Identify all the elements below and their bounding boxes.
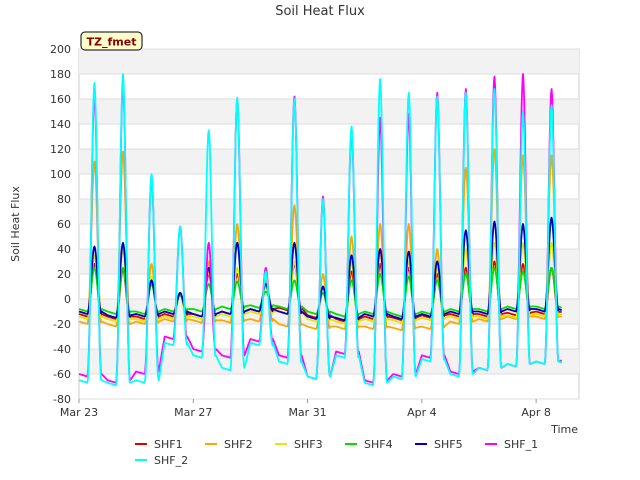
x-axis-ticks: Mar 23 Mar 27 Mar 31 Apr 4 Apr 8 [60, 399, 551, 419]
y-tick-label: 0 [64, 293, 71, 306]
annotation-box: TZ_fmet [80, 31, 143, 51]
y-tick-label: 20 [57, 268, 71, 281]
legend-label: SHF_1 [504, 438, 538, 451]
y-tick-label: 140 [50, 118, 71, 131]
legend-item: SHF_1 [485, 438, 538, 451]
y-tick-label: 60 [57, 218, 71, 231]
legend: SHF1 SHF2 SHF3 SHF4 SHF5 SHF_1 SHF_2 [135, 438, 538, 467]
grid-band [79, 99, 579, 124]
legend-item: SHF5 [415, 438, 463, 451]
legend-label: SHF3 [294, 438, 323, 451]
x-tick-label: Mar 23 [60, 406, 98, 419]
chart-title: Soil Heat Flux [275, 4, 365, 19]
x-axis-label: Time [550, 423, 578, 436]
legend-item: SHF3 [275, 438, 323, 451]
y-tick-label: -20 [53, 318, 71, 331]
annotation-label: TZ_fmet [87, 36, 137, 49]
legend-label: SHF1 [154, 438, 183, 451]
y-tick-label: 180 [50, 68, 71, 81]
x-tick-label: Mar 27 [174, 406, 212, 419]
chart: -80-60-40-20020406080100120140160180200 … [9, 4, 580, 467]
y-axis-label: Soil Heat Flux [9, 186, 22, 262]
y-tick-label: -60 [53, 368, 71, 381]
y-tick-label: 160 [50, 93, 71, 106]
y-tick-label: -40 [53, 343, 71, 356]
legend-item: SHF2 [205, 438, 253, 451]
legend-label: SHF4 [364, 438, 393, 451]
y-tick-label: -80 [53, 393, 71, 406]
y-tick-label: 120 [50, 143, 71, 156]
x-tick-label: Apr 4 [407, 406, 437, 419]
x-tick-label: Apr 8 [521, 406, 551, 419]
grid-band [79, 149, 579, 174]
grid-band [79, 49, 579, 74]
y-tick-label: 100 [50, 168, 71, 181]
x-tick-label: Mar 31 [288, 406, 326, 419]
y-axis-ticks: -80 -60 -40 -20 0 20 40 60 80 100 120 140 160 180 200 [50, 43, 71, 406]
legend-label: SHF2 [224, 438, 253, 451]
legend-item: SHF1 [135, 438, 183, 451]
legend-item: SHF_2 [135, 454, 188, 467]
legend-item: SHF4 [345, 438, 393, 451]
y-tick-label: 80 [57, 193, 71, 206]
y-tick-label: 40 [57, 243, 71, 256]
legend-label: SHF_2 [154, 454, 188, 467]
legend-label: SHF5 [434, 438, 463, 451]
y-tick-label: 200 [50, 43, 71, 56]
